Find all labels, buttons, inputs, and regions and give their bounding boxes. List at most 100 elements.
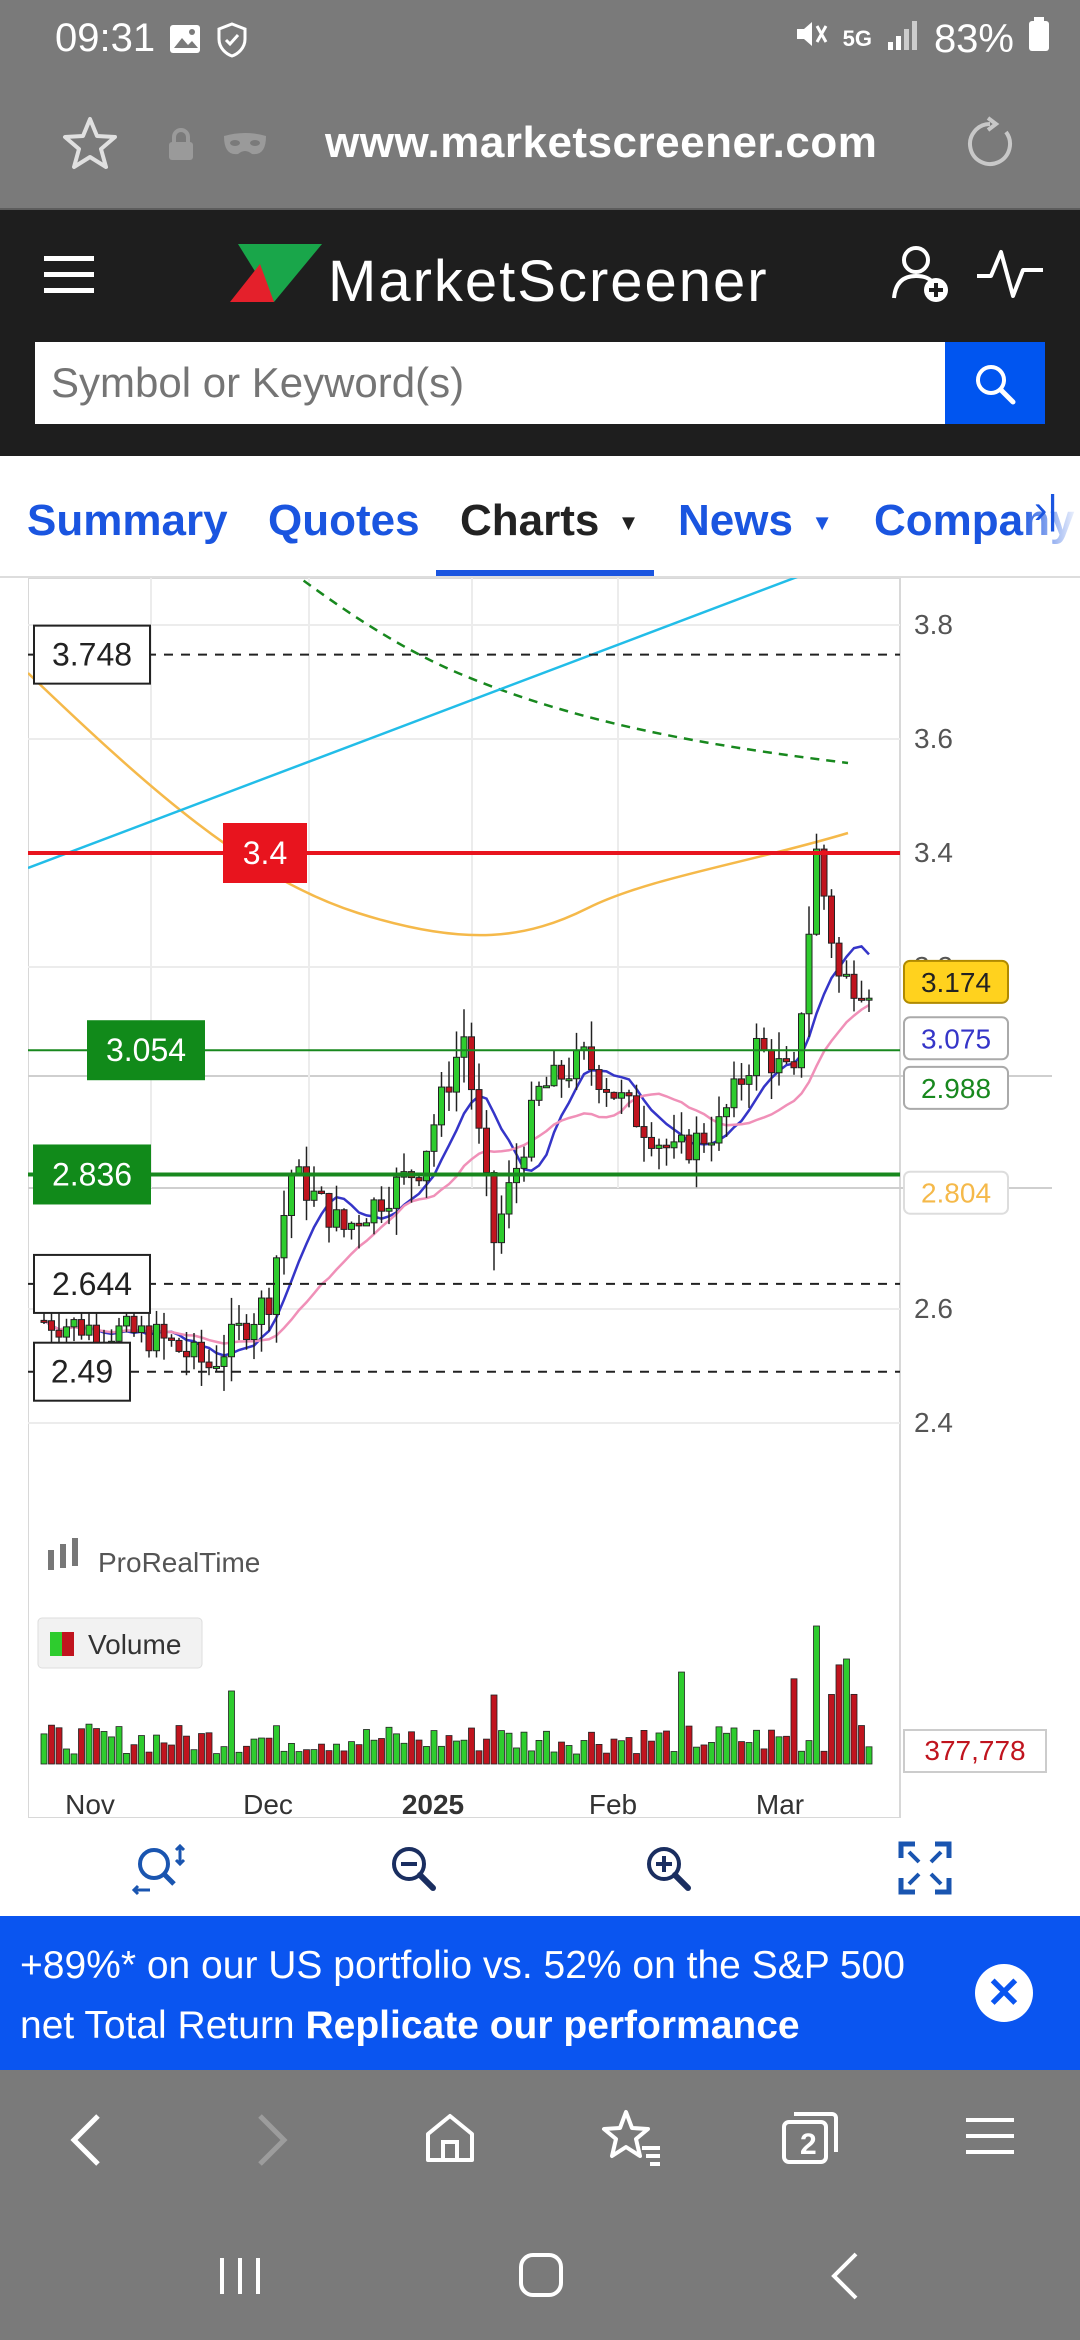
search-button[interactable] xyxy=(945,342,1045,424)
tab-summary[interactable]: Summary xyxy=(27,496,228,546)
candle-body xyxy=(865,997,873,1001)
close-promo-button[interactable]: ✕ xyxy=(975,1964,1033,2022)
tab-quotes[interactable]: Quotes xyxy=(268,496,420,546)
candle-body xyxy=(318,1190,325,1194)
status-bar: 09:31 5G 83% xyxy=(0,0,1080,84)
volume-bar xyxy=(265,1737,273,1765)
volume-bar xyxy=(168,1744,175,1765)
volume-bar xyxy=(280,1750,288,1765)
fullscreen-icon[interactable] xyxy=(897,1840,953,1901)
last-price-tag: 3.174 xyxy=(921,967,991,998)
volume-bar xyxy=(573,1753,580,1765)
ma-green-tag: 2.988 xyxy=(921,1073,991,1104)
candle-body xyxy=(813,848,820,935)
home-button-icon[interactable] xyxy=(516,2250,566,2305)
candle-body xyxy=(640,1126,648,1138)
volume-bar xyxy=(363,1729,370,1765)
url-text[interactable]: www.marketscreener.com xyxy=(325,118,877,168)
volume-bar xyxy=(453,1740,460,1765)
system-back-icon[interactable] xyxy=(826,2250,866,2307)
volume-bar xyxy=(385,1726,393,1765)
bookmarks-icon[interactable] xyxy=(600,2108,662,2173)
tracker-mask-icon[interactable] xyxy=(222,130,268,165)
candle-body xyxy=(288,1172,295,1216)
candle-body xyxy=(370,1199,378,1224)
volume-bar xyxy=(475,1750,483,1765)
volume-bar xyxy=(835,1664,843,1765)
volume-bar xyxy=(850,1693,858,1765)
candle-body xyxy=(738,1078,745,1085)
volume-bar xyxy=(805,1740,813,1765)
watermark-label: ProRealTime xyxy=(98,1547,260,1578)
reload-icon[interactable] xyxy=(962,116,1018,177)
price-chart[interactable]: 3.748 3.4 3.054 2.836 2.644 2.49 Volume 377,77… xyxy=(28,578,1052,1818)
zoom-out-icon[interactable] xyxy=(385,1840,445,1905)
volume-bar xyxy=(273,1725,280,1765)
volume-bar xyxy=(160,1742,168,1765)
menu-icon[interactable] xyxy=(44,252,94,301)
candle-body xyxy=(678,1134,685,1143)
candle-body xyxy=(198,1341,205,1363)
candle-body xyxy=(183,1350,190,1358)
home-icon[interactable] xyxy=(422,2110,478,2171)
candle-body xyxy=(475,1089,483,1129)
volume-bar xyxy=(220,1746,228,1765)
bookmark-star-icon[interactable] xyxy=(60,114,120,179)
volume-bar xyxy=(783,1735,790,1765)
forward-icon[interactable] xyxy=(252,2110,292,2175)
candle xyxy=(610,1091,618,1100)
candle-body xyxy=(858,997,865,1001)
add-user-icon[interactable] xyxy=(890,242,954,311)
candle-body xyxy=(78,1319,85,1336)
candle-body xyxy=(828,895,835,944)
candle-body xyxy=(145,1325,153,1352)
promo-link[interactable]: Replicate our performance xyxy=(305,2004,799,2047)
volume-bar xyxy=(63,1748,70,1765)
volume-bar xyxy=(198,1733,205,1765)
volume-bar xyxy=(175,1725,183,1765)
volume-bar xyxy=(595,1744,603,1765)
candle-body xyxy=(498,1213,505,1244)
tab-news[interactable]: News ▼ xyxy=(678,496,833,546)
volume-bar xyxy=(693,1746,700,1765)
x-tick-label: Dec xyxy=(243,1789,293,1818)
candle-body xyxy=(573,1049,580,1080)
browser-menu-icon[interactable] xyxy=(966,2114,1014,2163)
ma-blue-tag: 3.075 xyxy=(921,1023,991,1054)
volume-bar xyxy=(235,1751,243,1765)
candle-body xyxy=(393,1176,400,1209)
level-3-748-label: 3.748 xyxy=(52,637,132,673)
volume-bar xyxy=(93,1728,100,1765)
brand-logo-icon[interactable] xyxy=(230,242,322,309)
pulse-activity-icon[interactable] xyxy=(975,246,1045,307)
search-input[interactable] xyxy=(35,342,933,424)
candle-body xyxy=(723,1107,730,1118)
promo-banner: +89%* on our US portfolio vs. 52% on the… xyxy=(0,1916,1080,2070)
candle-body xyxy=(40,1319,48,1323)
volume-bar xyxy=(213,1753,220,1765)
candle-body xyxy=(190,1341,198,1358)
candle-body xyxy=(333,1209,340,1228)
level-3-054-label: 3.054 xyxy=(106,1032,186,1068)
y-tick-label: 2.4 xyxy=(914,1407,953,1438)
candle-body xyxy=(528,1099,535,1158)
volume-bar xyxy=(85,1723,93,1765)
volume-bar xyxy=(513,1747,520,1765)
volume-bar xyxy=(48,1724,55,1765)
lock-icon xyxy=(166,128,196,167)
back-icon[interactable] xyxy=(66,2110,106,2175)
candle-body xyxy=(483,1127,490,1174)
brand-name[interactable]: MarketScreener xyxy=(328,248,769,315)
zoom-reset-icon[interactable] xyxy=(130,1840,190,1905)
recent-apps-icon[interactable] xyxy=(216,2252,264,2305)
candle-body xyxy=(348,1222,355,1230)
volume-bar xyxy=(760,1748,768,1765)
candle-body xyxy=(850,973,858,999)
tab-charts[interactable]: Charts ▼ xyxy=(460,496,639,546)
zoom-in-icon[interactable] xyxy=(640,1840,700,1905)
volume-bar xyxy=(858,1725,865,1765)
scroll-right-icon[interactable]: ›| xyxy=(1034,488,1058,533)
candle-body xyxy=(85,1324,93,1336)
chart-toolbar xyxy=(0,1818,1080,1918)
candle-body xyxy=(363,1222,370,1227)
